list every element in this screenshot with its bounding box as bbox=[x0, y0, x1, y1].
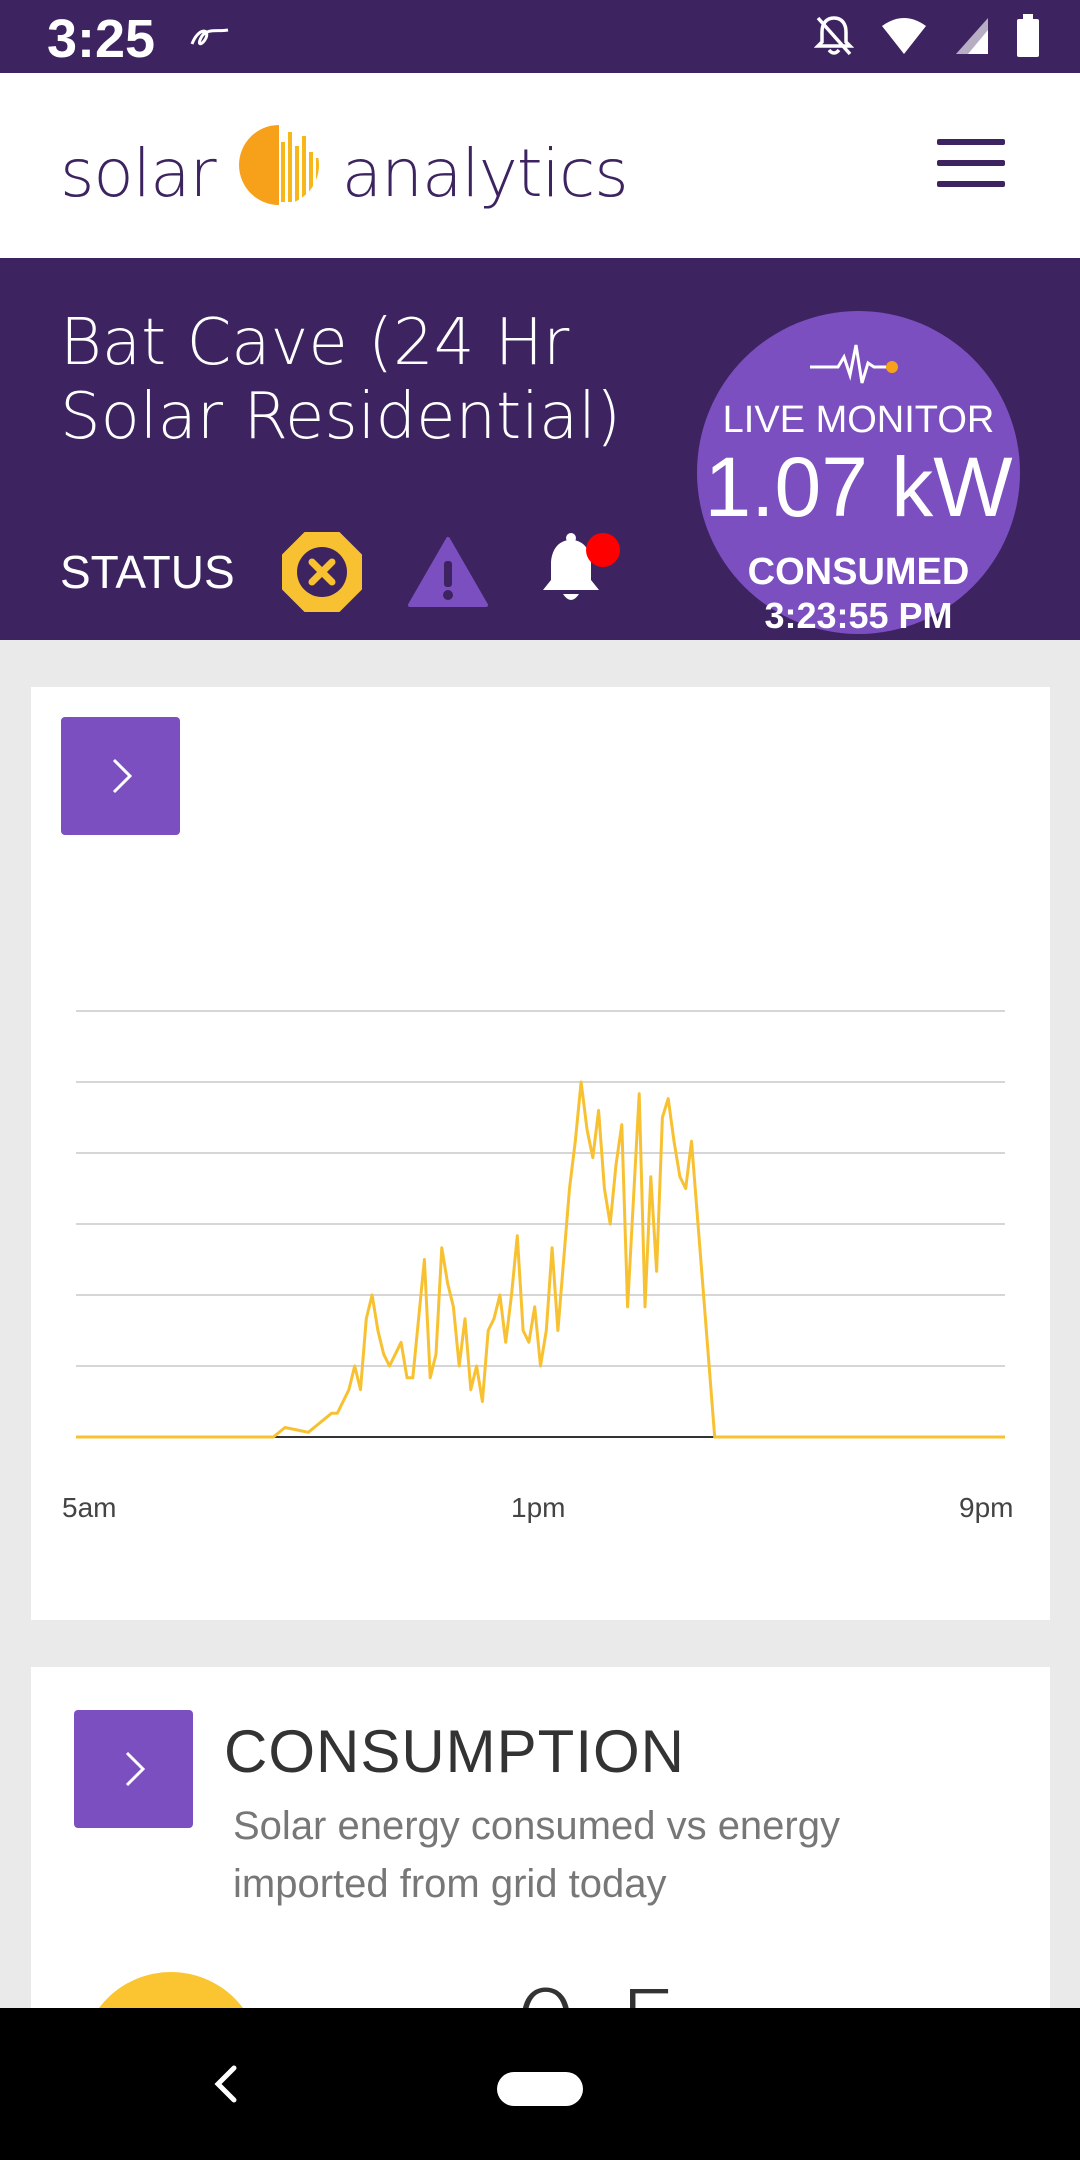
menu-line-icon bbox=[937, 181, 1005, 187]
cell-signal-icon bbox=[954, 16, 990, 61]
status-label: STATUS bbox=[60, 546, 235, 598]
app-screen: 3:25 solar analytics Bat Cave (24 Hr Sol… bbox=[0, 0, 1080, 2160]
status-row: STATUS bbox=[60, 530, 667, 614]
system-navigation-bar bbox=[0, 2008, 1080, 2160]
live-monitor-widget[interactable]: LIVE MONITOR 1.07 kW CONSUMED 3:23:55 PM bbox=[697, 311, 1020, 636]
x-tick-label: 9pm bbox=[959, 1492, 1014, 1523]
logo-text-solar: solar bbox=[60, 134, 217, 212]
chevron-right-icon bbox=[125, 1751, 145, 1787]
notification-app-icon bbox=[188, 24, 232, 57]
site-name: Bat Cave (24 Hr Solar Residential) bbox=[60, 306, 621, 454]
site-banner: Bat Cave (24 Hr Solar Residential) STATU… bbox=[0, 258, 1080, 640]
logo-text-analytics: analytics bbox=[341, 134, 629, 212]
menu-line-icon bbox=[937, 139, 1005, 145]
sun-logo-icon bbox=[238, 124, 320, 222]
series-line bbox=[76, 1080, 1005, 1439]
solar-analytics-logo[interactable]: solar analytics bbox=[60, 125, 629, 218]
wifi-icon bbox=[880, 16, 928, 61]
hamburger-menu-button[interactable] bbox=[937, 139, 1005, 189]
home-button[interactable] bbox=[497, 2072, 583, 2106]
live-power-value: 1.07 kW bbox=[704, 440, 1013, 534]
warning-triangle-icon[interactable] bbox=[407, 535, 489, 609]
generation-chart-card: 5am 1pm 9pm bbox=[31, 687, 1050, 1620]
notification-bell-icon[interactable] bbox=[533, 530, 623, 614]
consumption-expand-button[interactable] bbox=[74, 1710, 193, 1828]
status-icons bbox=[813, 14, 1040, 63]
consumption-title: CONSUMPTION bbox=[224, 1718, 685, 1785]
status-time: 3:25 bbox=[47, 9, 156, 69]
consumption-subtitle: Solar energy consumed vs energy imported… bbox=[233, 1804, 840, 1906]
pulse-icon bbox=[808, 339, 908, 394]
battery-icon bbox=[1016, 14, 1040, 63]
live-mode-label: CONSUMED bbox=[747, 551, 970, 593]
x-tick-label: 5am bbox=[62, 1492, 117, 1523]
menu-line-icon bbox=[937, 160, 1005, 166]
live-monitor-label: LIVE MONITOR bbox=[722, 399, 995, 441]
app-header: solar analytics bbox=[0, 73, 1080, 258]
back-arrow-icon bbox=[214, 2065, 237, 2103]
silent-bell-icon bbox=[813, 14, 855, 63]
back-button[interactable] bbox=[206, 2054, 246, 2119]
consumption-card: CONSUMPTION Solar energy consumed vs ene… bbox=[31, 1667, 1050, 2067]
line-chart bbox=[76, 1010, 1005, 1439]
error-octagon-icon[interactable] bbox=[281, 531, 363, 613]
status-bar: 3:25 bbox=[0, 0, 1080, 73]
live-timestamp: 3:23:55 PM bbox=[764, 595, 953, 636]
x-tick-label: 1pm bbox=[511, 1492, 566, 1523]
